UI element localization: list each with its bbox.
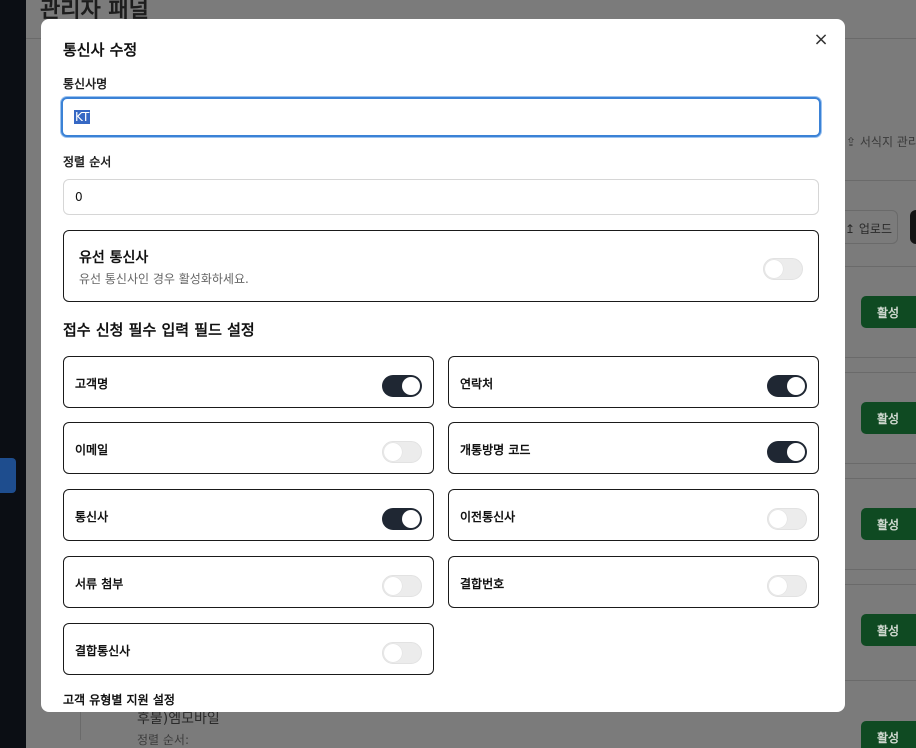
sort-order-value: 0 <box>75 190 83 204</box>
email-toggle[interactable] <box>382 441 422 463</box>
field-card-previous-carrier: 이전통신사 <box>448 489 819 541</box>
activation-code-toggle[interactable] <box>767 441 807 463</box>
field-label: 이전통신사 <box>460 510 516 524</box>
carrier-name-label: 통신사명 <box>63 77 108 91</box>
sort-order-input[interactable]: 0 <box>63 179 819 215</box>
field-card-email: 이메일 <box>63 422 434 474</box>
edit-carrier-modal: 통신사 수정 × 통신사명 KT 정렬 순서 0 유선 통신사 유선 통신사인 … <box>41 19 845 712</box>
toggle-knob <box>384 443 402 461</box>
status-badge[interactable]: 활성 <box>861 721 916 748</box>
toggle-knob <box>402 377 420 395</box>
modal-title: 통신사 수정 <box>63 41 138 59</box>
field-label: 개통방명 코드 <box>460 443 531 457</box>
required-fields-title: 접수 신청 필수 입력 필드 설정 <box>63 321 255 339</box>
sidebar-active-item[interactable] <box>0 458 16 493</box>
toggle-knob <box>402 510 420 528</box>
list-item-sort: 정렬 순서: <box>137 733 190 747</box>
carrier-name-value: KT <box>74 110 91 124</box>
document-attach-toggle[interactable] <box>382 575 422 597</box>
field-label: 결합번호 <box>460 577 505 591</box>
close-icon[interactable]: × <box>811 29 831 51</box>
status-badge[interactable]: 활성 <box>861 296 916 328</box>
contact-toggle[interactable] <box>767 375 807 397</box>
field-label: 이메일 <box>75 443 109 457</box>
status-badge[interactable]: 활성 <box>861 508 916 540</box>
field-card-carrier: 통신사 <box>63 489 434 541</box>
bundle-number-toggle[interactable] <box>767 575 807 597</box>
toggle-knob <box>787 443 805 461</box>
field-card-contact: 연락처 <box>448 356 819 408</box>
wired-carrier-toggle[interactable] <box>763 258 803 280</box>
sort-order-label: 정렬 순서 <box>63 155 112 169</box>
wired-carrier-card: 유선 통신사 유선 통신사인 경우 활성화하세요. <box>63 230 819 302</box>
toggle-knob <box>384 577 402 595</box>
wired-carrier-title: 유선 통신사 <box>79 250 149 266</box>
customer-type-section-title: 고객 유형별 지원 설정 <box>63 693 175 707</box>
toggle-knob <box>384 644 402 662</box>
status-badge[interactable]: 활성 <box>861 402 916 434</box>
toggle-knob <box>787 377 805 395</box>
bundle-carrier-toggle[interactable] <box>382 642 422 664</box>
toggle-knob <box>769 510 787 528</box>
field-label: 결합통신사 <box>75 644 131 658</box>
form-management-label: 서식지 관리 <box>859 135 916 149</box>
customer-name-toggle[interactable] <box>382 375 422 397</box>
field-card-bundle-carrier: 결합통신사 <box>63 623 434 675</box>
form-management-link[interactable]: ⇪ 서식지 관리 <box>846 133 916 150</box>
field-card-activation-code: 개통방명 코드 <box>448 422 819 474</box>
toggle-knob <box>765 260 783 278</box>
carrier-toggle[interactable] <box>382 508 422 530</box>
field-card-document-attach: 서류 첨부 <box>63 556 434 608</box>
status-badge[interactable]: 활성 <box>861 614 916 646</box>
field-label: 고객명 <box>75 377 109 391</box>
sidebar <box>0 0 26 748</box>
field-label: 연락처 <box>460 377 494 391</box>
wired-carrier-description: 유선 통신사인 경우 활성화하세요. <box>79 272 249 286</box>
field-card-customer-name: 고객명 <box>63 356 434 408</box>
carrier-name-input[interactable]: KT <box>61 97 821 137</box>
field-label: 통신사 <box>75 510 109 524</box>
toggle-knob <box>769 577 787 595</box>
previous-carrier-toggle[interactable] <box>767 508 807 530</box>
field-card-bundle-number: 결합번호 <box>448 556 819 608</box>
field-label: 서류 첨부 <box>75 577 124 591</box>
